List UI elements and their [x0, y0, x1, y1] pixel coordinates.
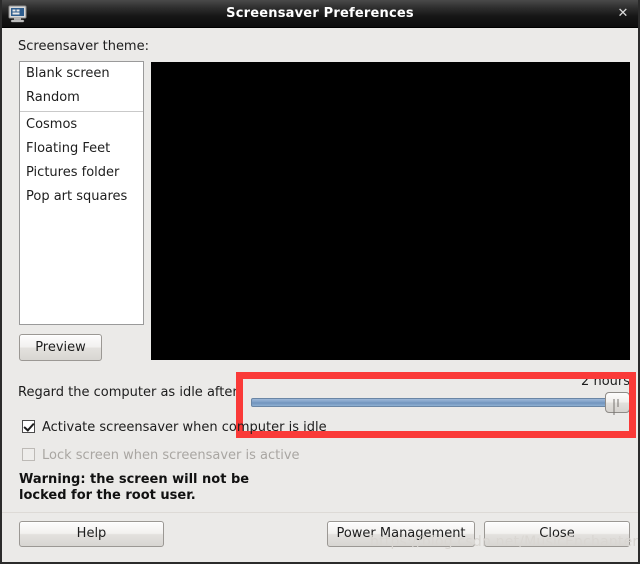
idle-timeout-slider[interactable]: 2 hours: [245, 374, 631, 415]
activate-screensaver-checkbox[interactable]: Activate screensaver when computer is id…: [22, 420, 327, 435]
checkbox-label: Activate screensaver when computer is id…: [42, 420, 327, 435]
close-icon[interactable]: ✕: [613, 4, 633, 24]
list-item[interactable]: Blank screen: [20, 62, 143, 86]
checkbox-label: Lock screen when screensaver is active: [42, 448, 300, 463]
list-item[interactable]: Cosmos: [20, 113, 143, 137]
close-button[interactable]: Close: [484, 521, 630, 547]
preview-button[interactable]: Preview: [19, 334, 102, 361]
list-item[interactable]: Pop art squares: [20, 185, 143, 209]
screensaver-preferences-window: Screensaver Preferences ✕ Screensaver th…: [0, 0, 640, 564]
list-separator: [20, 111, 143, 112]
root-user-warning: Warning: the screen will not be locked f…: [19, 472, 319, 504]
grip-icon: [613, 398, 622, 415]
power-management-button[interactable]: Power Management: [327, 521, 475, 547]
warning-line-1: Warning: the screen will not be: [19, 472, 250, 487]
window-titlebar: Screensaver Preferences ✕: [2, 0, 638, 28]
idle-timeout-value: 2 hours: [581, 374, 630, 389]
action-area-separator: [2, 512, 638, 513]
slider-track[interactable]: [251, 398, 625, 407]
checkbox-box: [22, 448, 35, 461]
slider-handle[interactable]: [605, 392, 630, 415]
help-button[interactable]: Help: [19, 521, 164, 547]
idle-delay-label: Regard the computer as idle after:: [18, 385, 242, 400]
list-item[interactable]: Random: [20, 86, 143, 110]
warning-line-2: locked for the root user.: [19, 488, 196, 503]
checkbox-box[interactable]: [22, 420, 35, 433]
screensaver-theme-label: Screensaver theme:: [18, 39, 149, 54]
screensaver-theme-list[interactable]: Blank screen Random Cosmos Floating Feet…: [19, 61, 144, 325]
list-item[interactable]: Floating Feet: [20, 137, 143, 161]
lock-screen-checkbox: Lock screen when screensaver is active: [22, 448, 300, 463]
window-title: Screensaver Preferences: [226, 6, 414, 21]
screensaver-preview-area[interactable]: [151, 62, 630, 360]
list-item[interactable]: Pictures folder: [20, 161, 143, 185]
